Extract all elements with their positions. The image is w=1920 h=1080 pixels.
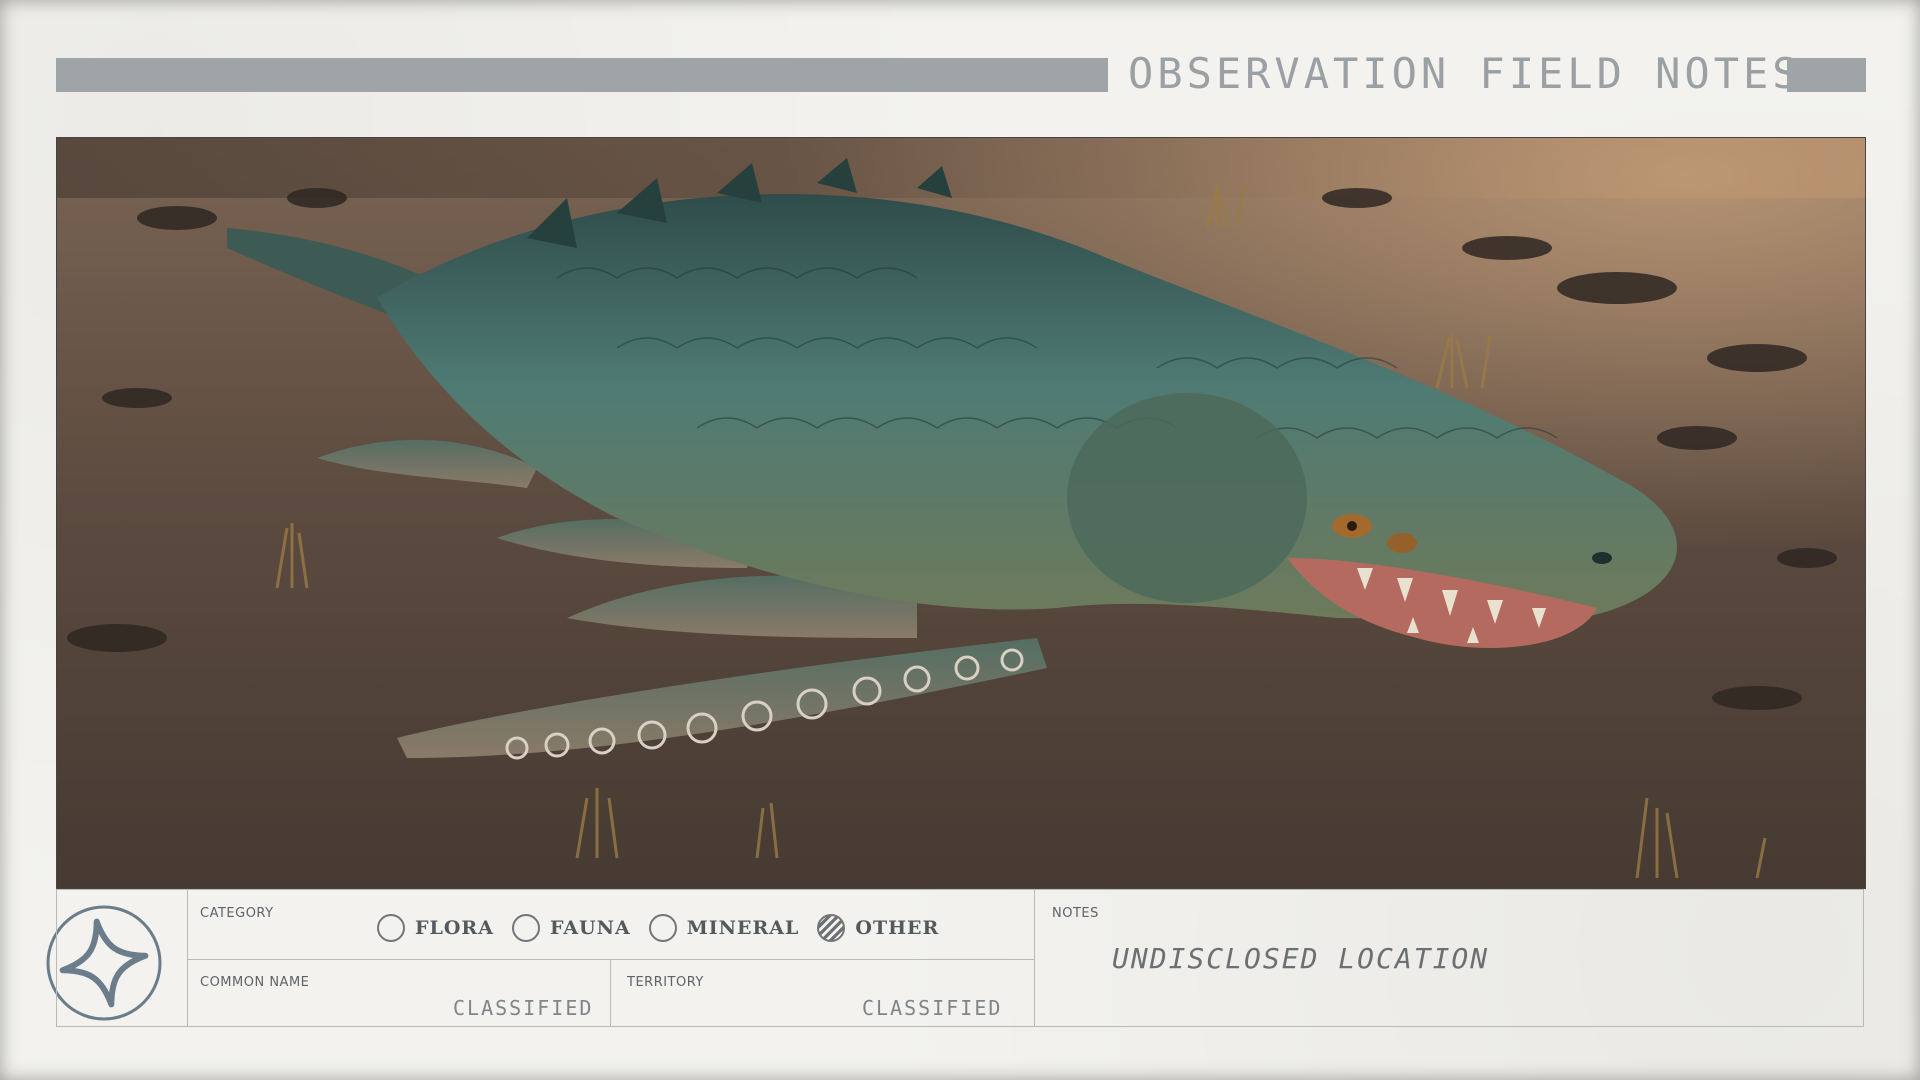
common-name-value: CLASSIFIED [453,996,594,1020]
radio-mineral[interactable] [648,914,677,942]
notes-label: NOTES [1052,906,1099,921]
common-name-label: COMMON NAME [200,975,310,990]
category-label: CATEGORY [200,906,274,921]
page-title: OBSERVATION FIELD NOTES [1128,49,1802,98]
header-bar-right [1787,58,1866,92]
radio-other[interactable] [817,914,846,942]
territory-label: TERRITORY [627,975,704,990]
divider [610,959,611,1026]
divider [1034,890,1035,1026]
notes-value: UNDISCLOSED LOCATION [1112,942,1490,975]
field-notes-card: OBSERVATION FIELD NOTES CATEGORY FLORA F… [0,0,1920,1080]
radio-fauna[interactable] [511,914,540,942]
category-option-other[interactable]: OTHER [817,914,939,942]
radio-label-flora: FLORA [415,917,494,939]
divider [187,890,188,1026]
radio-flora[interactable] [377,914,405,942]
radio-label-other: OTHER [855,917,940,939]
creature-photo [56,137,1866,889]
header-bar-left [56,58,1108,92]
category-option-fauna[interactable]: FAUNA [511,914,631,942]
category-option-flora[interactable]: FLORA [377,914,494,942]
radio-label-mineral: MINERAL [686,917,800,939]
field-notes-form: CATEGORY FLORA FAUNA MINERAL OTHER COMMO… [56,889,1864,1027]
radio-label-fauna: FAUNA [549,917,631,939]
category-option-mineral[interactable]: MINERAL [648,914,800,942]
creature-photo-illustration [57,138,1865,888]
category-radio-group: FLORA FAUNA MINERAL OTHER [377,914,957,942]
territory-value: CLASSIFIED [862,996,1003,1020]
